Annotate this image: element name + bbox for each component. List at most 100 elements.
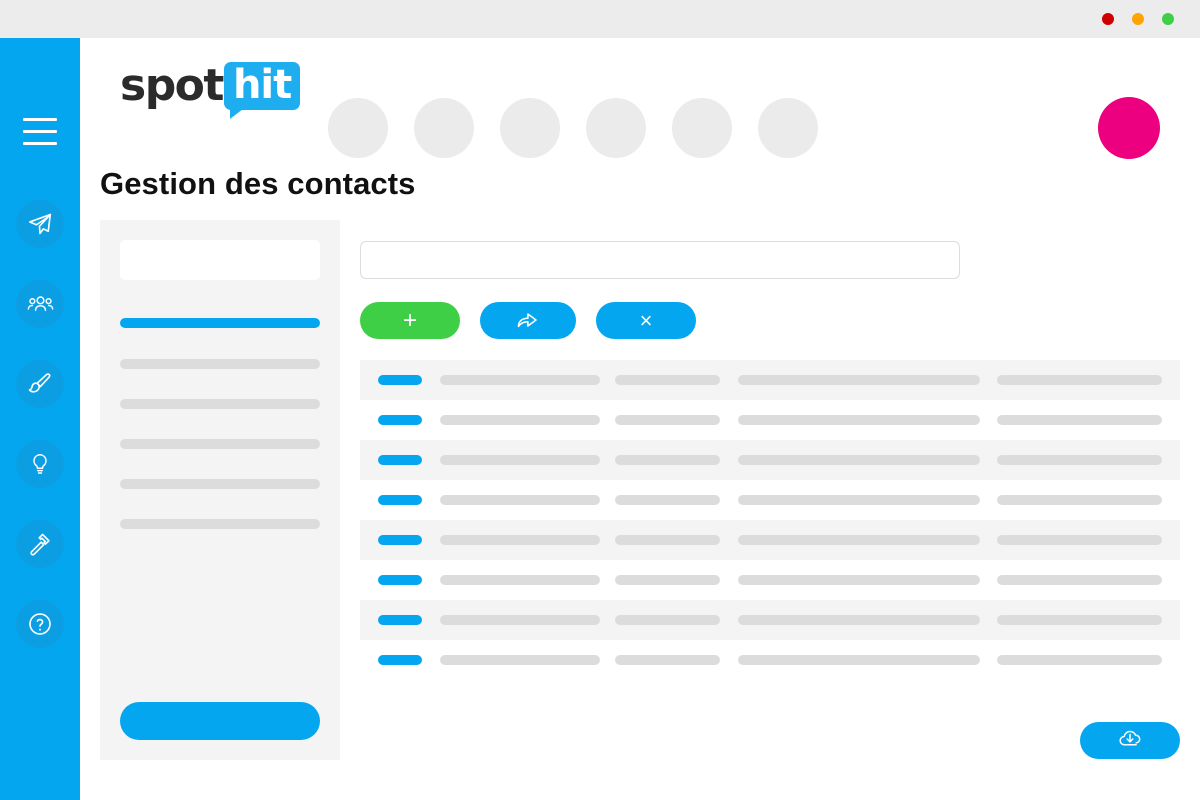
contacts-table (360, 360, 1180, 680)
minimize-button[interactable] (1132, 13, 1144, 25)
row-cell-skeleton (440, 375, 600, 385)
page-title: Gestion des contacts (100, 166, 416, 201)
row-cell-skeleton (738, 655, 980, 665)
row-cell-skeleton (738, 455, 980, 465)
row-cell-skeleton (615, 375, 720, 385)
nav-skeleton-circle[interactable] (414, 98, 474, 158)
hamburger-line (23, 118, 57, 121)
app-window: spot hit Gestion des contacts + × (0, 0, 1200, 800)
row-cell-skeleton (997, 495, 1162, 505)
users-icon (27, 291, 54, 318)
row-cell-skeleton (440, 535, 600, 545)
sidebar-rail (0, 38, 80, 800)
add-group-button[interactable] (120, 702, 320, 740)
lightbulb-icon (28, 452, 52, 476)
avatar[interactable] (1098, 97, 1160, 159)
row-status-pill (378, 495, 422, 505)
contact-groups-panel (100, 220, 340, 760)
close-button[interactable] (1102, 13, 1114, 25)
row-cell-skeleton (440, 655, 600, 665)
sidebar-item-outils[interactable] (16, 520, 64, 568)
logo-text-hit: hit (232, 62, 292, 108)
group-item-skeleton[interactable] (120, 479, 320, 489)
sidebar-items (16, 200, 64, 680)
row-cell-skeleton (615, 575, 720, 585)
share-icon (513, 307, 543, 334)
window-titlebar (0, 0, 1200, 38)
sidebar-item-campagnes[interactable] (16, 200, 64, 248)
close-icon: × (639, 307, 653, 333)
search-input[interactable] (360, 241, 960, 279)
row-status-pill (378, 575, 422, 585)
row-cell-skeleton (615, 535, 720, 545)
app-logo[interactable]: spot hit (120, 60, 301, 119)
row-status-pill (378, 535, 422, 545)
row-status-pill (378, 655, 422, 665)
table-row[interactable] (360, 480, 1180, 520)
row-status-pill (378, 415, 422, 425)
add-contact-button[interactable]: + (360, 302, 460, 339)
row-cell-skeleton (440, 495, 600, 505)
group-item-active[interactable] (120, 318, 320, 328)
header-nav-skeleton (328, 98, 818, 158)
maximize-button[interactable] (1162, 13, 1174, 25)
table-row[interactable] (360, 400, 1180, 440)
nav-skeleton-circle[interactable] (328, 98, 388, 158)
group-item-skeleton[interactable] (120, 399, 320, 409)
row-cell-skeleton (997, 415, 1162, 425)
paint-brush-icon (27, 371, 53, 397)
row-cell-skeleton (738, 615, 980, 625)
table-row[interactable] (360, 360, 1180, 400)
group-item-skeleton[interactable] (120, 439, 320, 449)
row-cell-skeleton (997, 535, 1162, 545)
row-cell-skeleton (615, 455, 720, 465)
nav-skeleton-circle[interactable] (500, 98, 560, 158)
delete-contact-button[interactable]: × (596, 302, 696, 339)
hamburger-line (23, 142, 57, 145)
hamburger-line (23, 130, 57, 133)
row-cell-skeleton (997, 615, 1162, 625)
sidebar-item-modeles[interactable] (16, 360, 64, 408)
row-cell-skeleton (738, 575, 980, 585)
row-cell-skeleton (997, 375, 1162, 385)
row-cell-skeleton (738, 535, 980, 545)
nav-skeleton-circle[interactable] (672, 98, 732, 158)
sidebar-item-contacts[interactable] (16, 280, 64, 328)
download-button[interactable] (1080, 722, 1180, 759)
row-cell-skeleton (615, 495, 720, 505)
nav-skeleton-circle[interactable] (758, 98, 818, 158)
table-row[interactable] (360, 560, 1180, 600)
group-search-input[interactable] (120, 240, 320, 280)
paper-plane-icon (27, 211, 53, 237)
row-cell-skeleton (440, 615, 600, 625)
row-cell-skeleton (615, 655, 720, 665)
row-status-pill (378, 615, 422, 625)
plus-icon: + (402, 306, 417, 334)
cloud-download-icon (1115, 727, 1145, 754)
row-cell-skeleton (440, 415, 600, 425)
row-cell-skeleton (738, 495, 980, 505)
table-row[interactable] (360, 520, 1180, 560)
group-item-skeleton[interactable] (120, 359, 320, 369)
row-cell-skeleton (997, 455, 1162, 465)
table-row[interactable] (360, 600, 1180, 640)
app-header: spot hit (80, 38, 1200, 159)
row-cell-skeleton (615, 415, 720, 425)
row-status-pill (378, 455, 422, 465)
row-status-pill (378, 375, 422, 385)
row-cell-skeleton (738, 415, 980, 425)
row-cell-skeleton (440, 575, 600, 585)
table-row[interactable] (360, 440, 1180, 480)
sidebar-item-aide[interactable] (16, 600, 64, 648)
row-cell-skeleton (997, 655, 1162, 665)
sidebar-item-idees[interactable] (16, 440, 64, 488)
help-icon (27, 611, 53, 637)
table-row[interactable] (360, 640, 1180, 680)
logo-text-spot: spot (120, 60, 224, 111)
nav-skeleton-circle[interactable] (586, 98, 646, 158)
hamburger-icon[interactable] (23, 118, 57, 146)
row-cell-skeleton (615, 615, 720, 625)
hammer-icon (27, 531, 53, 557)
group-item-skeleton[interactable] (120, 519, 320, 529)
share-contact-button[interactable] (480, 302, 576, 339)
